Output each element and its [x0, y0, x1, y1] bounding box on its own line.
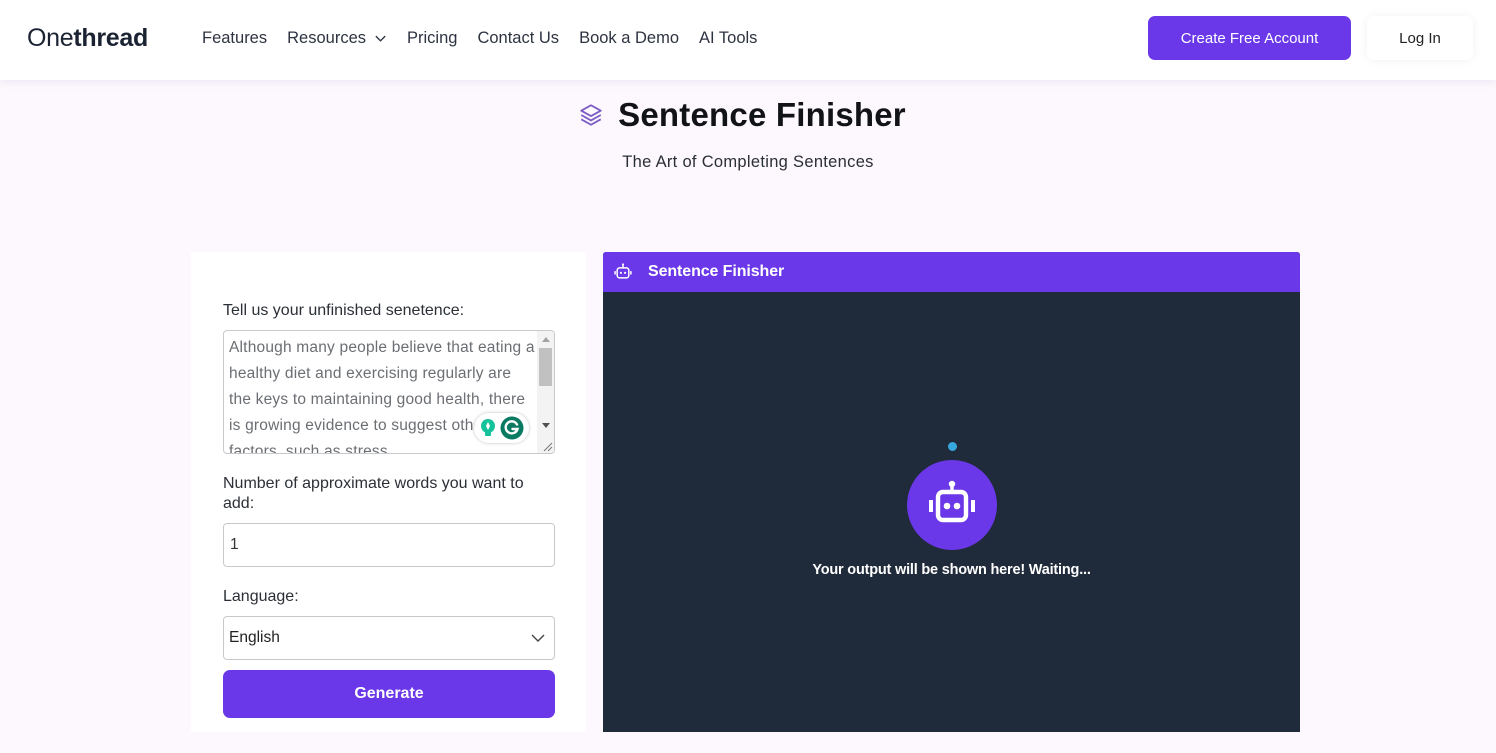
resize-handle-icon[interactable]: [542, 441, 553, 452]
nav-links: Features Resources Pricing Contact Us Bo…: [202, 28, 777, 48]
nav-link-label: Features: [202, 29, 268, 47]
nav-link-features[interactable]: Features: [202, 28, 267, 48]
output-panel: Sentence Finisher Your output will be sh…: [603, 252, 1300, 732]
lightbulb-icon[interactable]: [479, 418, 497, 438]
nav-link-label: Book a Demo: [579, 29, 680, 47]
scrollbar-thumb[interactable]: [539, 348, 552, 386]
logo-text-bold: thread: [73, 24, 148, 52]
nav-link-label: Resources: [287, 29, 366, 47]
nav-link-label: Contact Us: [477, 29, 560, 47]
nav-link-label: Pricing: [407, 29, 458, 47]
chevron-down-icon: [531, 634, 545, 642]
page-subtitle: The Art of Completing Sentences: [622, 153, 874, 171]
words-label: Number of approximate words you want to …: [223, 475, 524, 512]
scroll-up-arrow-icon[interactable]: [542, 337, 550, 342]
robot-avatar: [907, 460, 997, 550]
grammarly-icon[interactable]: [500, 416, 524, 440]
log-in-button[interactable]: Log In: [1367, 16, 1473, 60]
input-form-card: Tell us your unfinished senetence: Altho…: [191, 252, 586, 732]
hero-title-row: Sentence Finisher: [0, 96, 1496, 134]
scroll-down-arrow-icon[interactable]: [542, 423, 550, 428]
output-panel-header: Sentence Finisher: [603, 252, 1300, 292]
page-title: Sentence Finisher: [618, 96, 906, 133]
nav-link-ai-tools[interactable]: AI Tools: [699, 28, 757, 48]
sentence-textarea[interactable]: Although many people believe that eating…: [223, 330, 555, 454]
chevron-down-icon: [375, 35, 386, 42]
logo-text-light: One: [27, 24, 74, 52]
output-panel-title: Sentence Finisher: [648, 263, 785, 280]
nav-link-contact-us[interactable]: Contact Us: [477, 28, 559, 48]
nav-link-label: AI Tools: [699, 29, 758, 47]
robot-icon: [929, 480, 975, 523]
nav-link-pricing[interactable]: Pricing: [407, 28, 457, 48]
nav-link-resources[interactable]: Resources: [287, 28, 387, 48]
output-waiting-message: Your output will be shown here! Waiting.…: [812, 562, 1091, 578]
language-select[interactable]: English: [223, 616, 555, 660]
sentence-label: Tell us your unfinished senetence:: [223, 302, 465, 319]
generate-button[interactable]: Generate: [223, 670, 555, 718]
onethread-logo[interactable]: Onethread: [27, 23, 148, 53]
grammarly-widget[interactable]: [474, 413, 529, 443]
layers-icon: [580, 104, 602, 126]
language-label: Language:: [223, 588, 299, 605]
nav-link-book-a-demo[interactable]: Book a Demo: [579, 28, 679, 48]
create-free-account-button[interactable]: Create Free Account: [1148, 16, 1351, 60]
words-count-input[interactable]: 1: [223, 523, 555, 567]
robot-icon: [614, 263, 632, 279]
status-indicator-dot: [948, 442, 957, 451]
language-select-value: English: [229, 629, 280, 646]
textarea-scrollbar[interactable]: [537, 331, 554, 453]
top-navbar: Onethread Features Resources Pricing Con…: [0, 0, 1496, 80]
